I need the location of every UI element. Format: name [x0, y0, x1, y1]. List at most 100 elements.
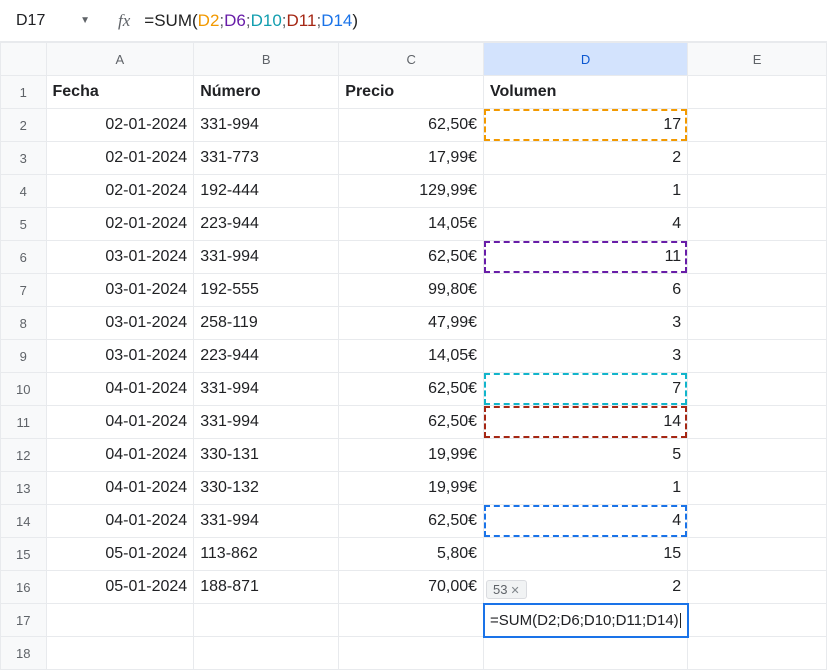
formula-result-hint[interactable]: 53✕ [486, 580, 527, 599]
row-header[interactable]: 3 [1, 142, 47, 175]
cell[interactable] [688, 142, 827, 175]
cell[interactable]: 331-994 [194, 406, 339, 439]
row-header[interactable]: 5 [1, 208, 47, 241]
row-header[interactable]: 18 [1, 637, 47, 670]
cell[interactable]: Número [194, 76, 339, 109]
column-header-d[interactable]: D [484, 43, 688, 76]
cell[interactable] [688, 175, 827, 208]
cell[interactable]: 47,99€ [339, 307, 484, 340]
cell[interactable] [688, 307, 827, 340]
cell[interactable]: 1 [484, 472, 688, 505]
cell[interactable]: 04-01-2024 [46, 373, 194, 406]
cell[interactable] [339, 604, 484, 637]
cell[interactable]: 62,50€ [339, 406, 484, 439]
row-header[interactable]: 1 [1, 76, 47, 109]
cell[interactable]: 03-01-2024 [46, 307, 194, 340]
cell[interactable]: 5 [484, 439, 688, 472]
row-header[interactable]: 8 [1, 307, 47, 340]
cell[interactable] [688, 340, 827, 373]
cell[interactable]: 02-01-2024 [46, 208, 194, 241]
column-header-a[interactable]: A [46, 43, 194, 76]
cell[interactable]: 1 [484, 175, 688, 208]
cell[interactable]: 3 [484, 340, 688, 373]
cell[interactable] [688, 604, 827, 637]
row-header[interactable]: 7 [1, 274, 47, 307]
cell[interactable]: Precio [339, 76, 484, 109]
cell[interactable]: 192-444 [194, 175, 339, 208]
cell[interactable]: 05-01-2024 [46, 538, 194, 571]
cell[interactable] [688, 208, 827, 241]
cell[interactable] [688, 406, 827, 439]
row-header[interactable]: 11 [1, 406, 47, 439]
cell[interactable] [194, 637, 339, 670]
cell[interactable] [688, 505, 827, 538]
cell[interactable]: 04-01-2024 [46, 406, 194, 439]
row-header[interactable]: 6 [1, 241, 47, 274]
cell[interactable]: 258-119 [194, 307, 339, 340]
cell[interactable] [688, 109, 827, 142]
cell[interactable] [46, 604, 194, 637]
cell[interactable] [339, 637, 484, 670]
row-header[interactable]: 16 [1, 571, 47, 604]
row-header[interactable]: 4 [1, 175, 47, 208]
cell[interactable]: 192-555 [194, 274, 339, 307]
column-header-c[interactable]: C [339, 43, 484, 76]
cell[interactable]: 02-01-2024 [46, 109, 194, 142]
row-header[interactable]: 9 [1, 340, 47, 373]
cell[interactable]: 11 [484, 241, 688, 274]
cell[interactable]: 62,50€ [339, 241, 484, 274]
name-box-dropdown-icon[interactable]: ▼ [80, 15, 90, 26]
cell[interactable] [688, 76, 827, 109]
cell[interactable]: 04-01-2024 [46, 439, 194, 472]
cell[interactable]: 188-871 [194, 571, 339, 604]
cell[interactable]: 03-01-2024 [46, 340, 194, 373]
cell[interactable]: 4 [484, 208, 688, 241]
cell[interactable]: 113-862 [194, 538, 339, 571]
cell[interactable]: 330-132 [194, 472, 339, 505]
formula-input[interactable]: =SUM(D2;D6;D10;D11;D14) [144, 11, 819, 31]
cell[interactable]: 14 [484, 406, 688, 439]
row-header[interactable]: 13 [1, 472, 47, 505]
cell[interactable]: 4 [484, 505, 688, 538]
cell[interactable]: 223-944 [194, 340, 339, 373]
cell[interactable]: =SUM(D2;D6;D10;D11;D14)53✕ [484, 604, 688, 637]
cell[interactable]: 19,99€ [339, 472, 484, 505]
row-header[interactable]: 17 [1, 604, 47, 637]
cell[interactable]: Fecha [46, 76, 194, 109]
row-header[interactable]: 15 [1, 538, 47, 571]
cell[interactable] [688, 571, 827, 604]
cell[interactable] [46, 637, 194, 670]
cell[interactable]: 331-994 [194, 505, 339, 538]
cell[interactable]: 03-01-2024 [46, 241, 194, 274]
cell[interactable]: 04-01-2024 [46, 505, 194, 538]
cell[interactable]: 3 [484, 307, 688, 340]
cell[interactable]: 331-994 [194, 109, 339, 142]
cell[interactable] [688, 274, 827, 307]
cell[interactable]: 17,99€ [339, 142, 484, 175]
select-all-corner[interactable] [1, 43, 47, 76]
cell[interactable]: 62,50€ [339, 109, 484, 142]
cell[interactable]: Volumen [484, 76, 688, 109]
cell[interactable]: 03-01-2024 [46, 274, 194, 307]
cell[interactable]: 6 [484, 274, 688, 307]
cell[interactable]: 70,00€ [339, 571, 484, 604]
cell[interactable] [688, 538, 827, 571]
cell[interactable] [688, 637, 827, 670]
cell[interactable]: 62,50€ [339, 505, 484, 538]
cell[interactable]: 14,05€ [339, 208, 484, 241]
cell[interactable] [688, 439, 827, 472]
cell[interactable]: 17 [484, 109, 688, 142]
cell[interactable]: 331-994 [194, 373, 339, 406]
cell[interactable]: 331-773 [194, 142, 339, 175]
cell[interactable]: 14,05€ [339, 340, 484, 373]
cell[interactable]: 02-01-2024 [46, 175, 194, 208]
cell[interactable]: 15 [484, 538, 688, 571]
cell[interactable]: 223-944 [194, 208, 339, 241]
row-header[interactable]: 10 [1, 373, 47, 406]
cell[interactable] [484, 637, 688, 670]
cell[interactable]: 99,80€ [339, 274, 484, 307]
row-header[interactable]: 14 [1, 505, 47, 538]
cell[interactable]: 5,80€ [339, 538, 484, 571]
row-header[interactable]: 2 [1, 109, 47, 142]
cell[interactable]: 04-01-2024 [46, 472, 194, 505]
